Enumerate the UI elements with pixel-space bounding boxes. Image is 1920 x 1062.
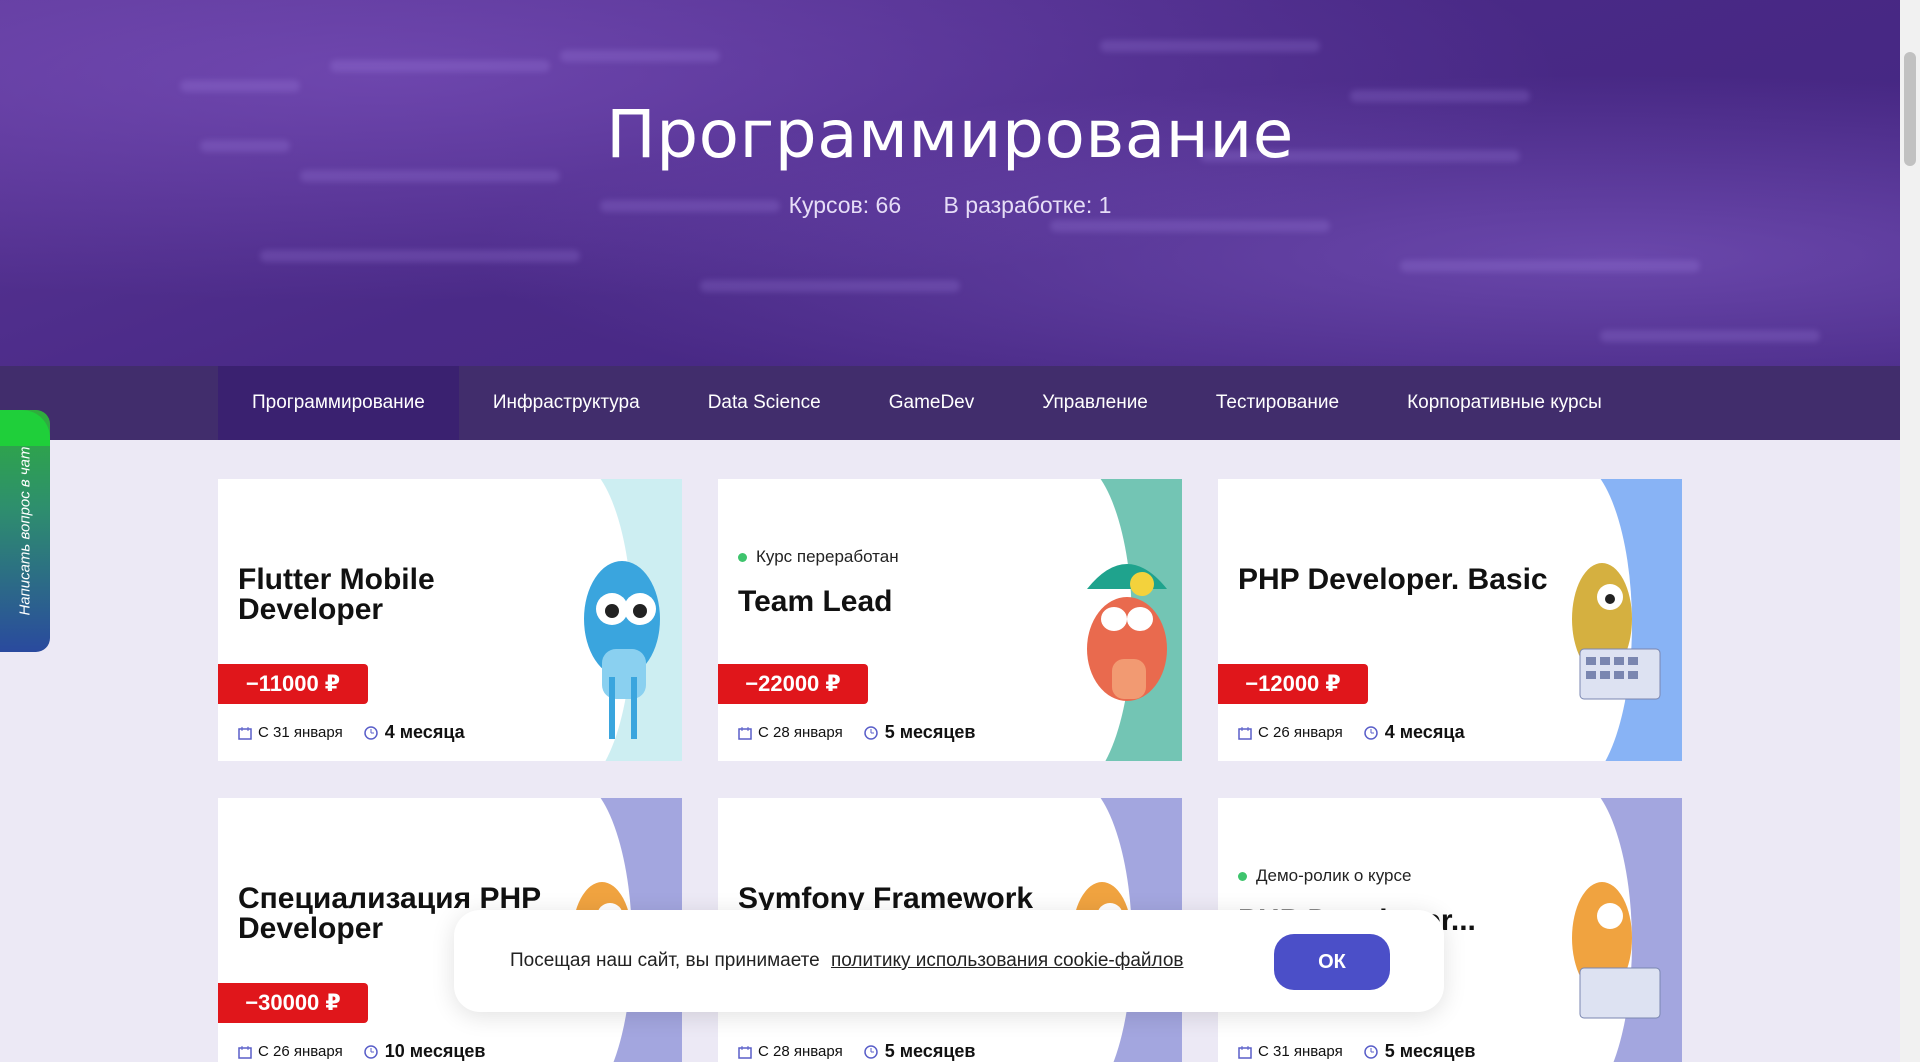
nav-item-infrastructure[interactable]: Инфраструктура bbox=[459, 366, 674, 440]
owl-icon bbox=[1087, 564, 1167, 701]
owl-icon bbox=[1572, 563, 1661, 700]
scrollbar-thumb[interactable] bbox=[1904, 52, 1916, 166]
course-meta: С 31 января 4 месяца bbox=[238, 722, 485, 743]
nav-item-corporate[interactable]: Корпоративные курсы bbox=[1373, 366, 1636, 440]
course-card[interactable]: Flutter Mobile Developer −11000 ₽ С 31 я… bbox=[218, 479, 682, 761]
owl-icon bbox=[584, 561, 660, 739]
course-badge: Курс переработан bbox=[738, 547, 899, 567]
chat-label: Написать вопрос в чат bbox=[16, 446, 34, 616]
cookie-banner: Посещая наш сайт, вы принимаете политику… bbox=[454, 910, 1444, 1012]
owl-illustration bbox=[1012, 479, 1182, 761]
start-date: С 28 января bbox=[758, 724, 843, 741]
calendar-icon bbox=[238, 726, 252, 740]
start-date: С 26 января bbox=[1258, 724, 1343, 741]
clock-icon bbox=[363, 725, 378, 740]
badge-dot-icon bbox=[1238, 871, 1247, 881]
clock-icon bbox=[1363, 1044, 1378, 1059]
course-meta: С 28 января 5 месяцев bbox=[738, 722, 995, 743]
duration: 5 месяцев bbox=[884, 722, 976, 742]
page-title: Программирование bbox=[606, 96, 1294, 173]
duration: 10 месяцев bbox=[384, 1041, 486, 1061]
nav-item-gamedev[interactable]: GameDev bbox=[855, 366, 1009, 440]
duration: 5 месяцев bbox=[1384, 1041, 1476, 1061]
calendar-icon bbox=[238, 1045, 252, 1059]
discount-badge: −30000 ₽ bbox=[218, 983, 368, 1023]
course-title: PHP Developer. Basic bbox=[1238, 563, 1548, 596]
owl-illustration bbox=[1512, 479, 1682, 761]
nav-item-data-science[interactable]: Data Science bbox=[674, 366, 855, 440]
in-development-count: В разработке: 1 bbox=[943, 192, 1112, 218]
start-date: С 31 января bbox=[1258, 1043, 1343, 1060]
course-meta: С 26 января 10 месяцев bbox=[238, 1041, 505, 1062]
cookie-text: Посещая наш сайт, вы принимаете политику… bbox=[510, 950, 1184, 971]
calendar-icon bbox=[738, 1045, 752, 1059]
owl-illustration bbox=[1512, 798, 1682, 1062]
nav-item-testing[interactable]: Тестирование bbox=[1182, 366, 1373, 440]
courses-count: Курсов: 66 bbox=[788, 192, 902, 218]
cookie-ok-button[interactable]: ОК bbox=[1274, 934, 1390, 990]
start-date: С 26 января bbox=[258, 1043, 343, 1060]
nav-item-management[interactable]: Управление bbox=[1008, 366, 1182, 440]
discount-badge: −12000 ₽ bbox=[1218, 664, 1368, 704]
chat-button[interactable]: Написать вопрос в чат bbox=[0, 410, 50, 652]
discount-badge: −11000 ₽ bbox=[218, 664, 368, 704]
clock-icon bbox=[1363, 725, 1378, 740]
cookie-policy-link[interactable]: политику использования cookie-файлов bbox=[831, 950, 1184, 971]
course-card[interactable]: PHP Developer. Basic −12000 ₽ С 26 январ… bbox=[1218, 479, 1682, 761]
course-card[interactable]: Курс переработан Team Lead −22000 ₽ С 28… bbox=[718, 479, 1182, 761]
clock-icon bbox=[863, 1044, 878, 1059]
course-title: Team Lead bbox=[738, 585, 893, 618]
owl-illustration bbox=[512, 479, 682, 761]
calendar-icon bbox=[738, 726, 752, 740]
hero-stats: Курсов: 66 В разработке: 1 bbox=[0, 192, 1900, 219]
duration: 5 месяцев bbox=[884, 1041, 976, 1061]
category-nav: Программирование Инфраструктура Data Sci… bbox=[0, 366, 1900, 440]
start-date: С 28 января bbox=[758, 1043, 843, 1060]
course-title: Flutter Mobile Developer bbox=[238, 563, 435, 626]
clock-icon bbox=[363, 1044, 378, 1059]
start-date: С 31 января bbox=[258, 724, 343, 741]
badge-dot-icon bbox=[738, 552, 747, 562]
course-meta: С 26 января 4 месяца bbox=[1238, 722, 1485, 743]
course-meta: С 31 января 5 месяцев bbox=[1238, 1041, 1495, 1062]
course-meta: С 28 января 5 месяцев bbox=[738, 1041, 995, 1062]
calendar-icon bbox=[1238, 726, 1252, 740]
course-badge: Демо-ролик о курсе bbox=[1238, 866, 1411, 886]
calendar-icon bbox=[1238, 1045, 1252, 1059]
owl-icon bbox=[1572, 882, 1661, 1019]
nav-item-programming[interactable]: Программирование bbox=[218, 366, 459, 440]
duration: 4 месяца bbox=[384, 722, 465, 742]
hero-banner: Программирование Курсов: 66 В разработке… bbox=[0, 0, 1900, 366]
clock-icon bbox=[863, 725, 878, 740]
duration: 4 месяца bbox=[1384, 722, 1465, 742]
discount-badge: −22000 ₽ bbox=[718, 664, 868, 704]
